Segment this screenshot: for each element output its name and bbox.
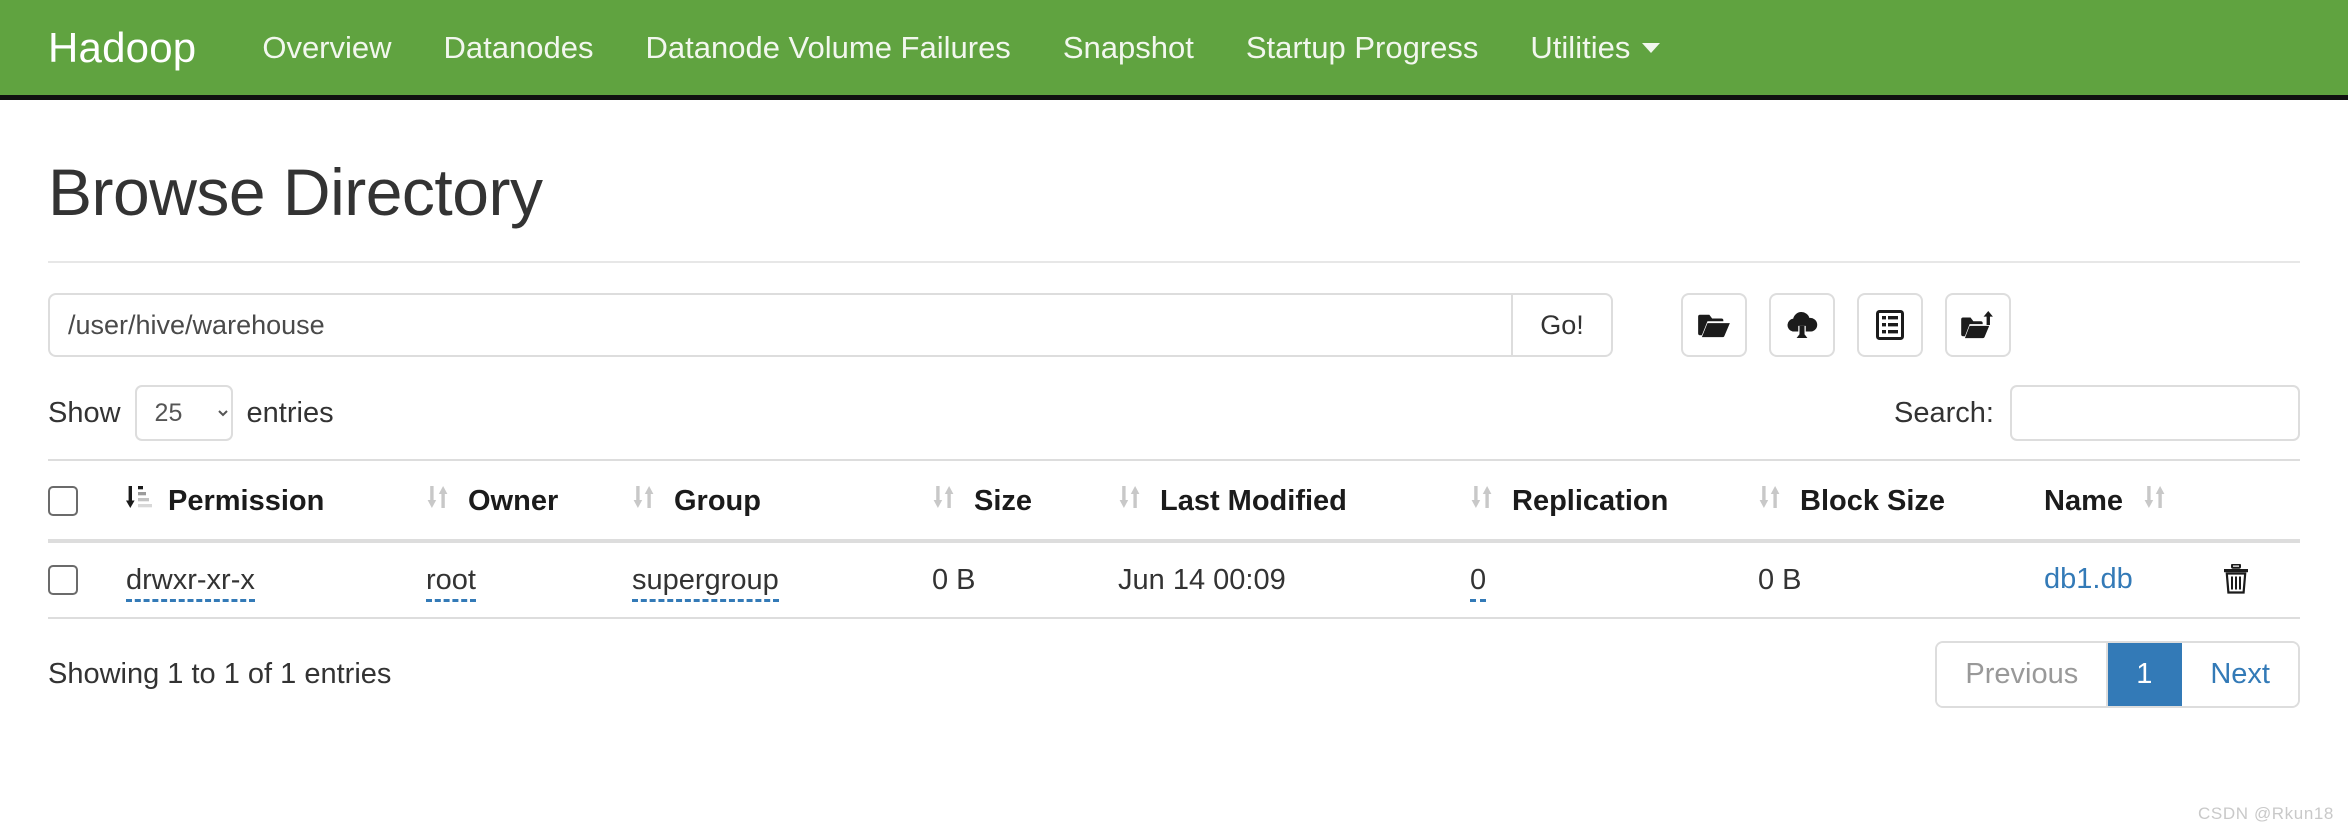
pagination-page-1[interactable]: 1: [2108, 643, 2183, 707]
file-name-link[interactable]: db1.db: [2044, 563, 2133, 595]
delete-row-button[interactable]: [2223, 563, 2249, 597]
sort-updown-icon: [632, 483, 658, 519]
show-label: Show: [48, 396, 121, 429]
column-header-size[interactable]: Size: [932, 459, 1118, 544]
nav-item-datanode-volume-failures[interactable]: Datanode Volume Failures: [619, 32, 1036, 63]
upload-files-button[interactable]: [1769, 293, 1835, 358]
directory-action-buttons: [1681, 293, 2011, 358]
files-table: Permission Owner Group Size Last Modifie…: [48, 459, 2300, 620]
column-header-owner-label: Owner: [468, 484, 559, 517]
sort-updown-icon: [1118, 483, 1144, 519]
column-header-replication[interactable]: Replication: [1470, 459, 1758, 544]
column-header-permission[interactable]: Permission: [126, 459, 426, 544]
nav-item-snapshot[interactable]: Snapshot: [1037, 32, 1220, 63]
nav-link-utilities-label: Utilities: [1530, 30, 1631, 65]
column-header-block-size[interactable]: Block Size: [1758, 459, 2044, 544]
page-length-select[interactable]: 25 50 100: [134, 385, 233, 442]
top-navbar: Hadoop Overview Datanodes Datanode Volum…: [0, 0, 2348, 100]
owner-link[interactable]: root: [426, 563, 476, 602]
entries-label: entries: [246, 396, 334, 429]
main-container: Browse Directory Go!: [0, 155, 2348, 709]
cell-replication: 0: [1470, 541, 1758, 620]
column-header-permission-label: Permission: [168, 484, 325, 517]
column-header-block-size-label: Block Size: [1800, 484, 1946, 517]
go-button[interactable]: Go!: [1511, 293, 1613, 358]
nav-item-utilities[interactable]: Utilities: [1504, 32, 1686, 63]
column-header-last-modified-label: Last Modified: [1160, 484, 1347, 517]
files-table-body: drwxr-xr-x root supergroup 0 B Jun 14 00…: [48, 541, 2300, 620]
column-header-last-modified[interactable]: Last Modified: [1118, 459, 1470, 544]
nav-item-startup-progress[interactable]: Startup Progress: [1220, 32, 1505, 63]
table-info: Showing 1 to 1 of 1 entries: [48, 658, 392, 691]
cell-size: 0 B: [932, 541, 1118, 620]
table-footer: Showing 1 to 1 of 1 entries Previous 1 N…: [48, 641, 2300, 709]
nav-link-overview[interactable]: Overview: [236, 32, 417, 63]
sort-updown-icon: [1758, 483, 1784, 519]
column-header-select-all[interactable]: [48, 459, 126, 544]
pagination: Previous 1 Next: [1935, 641, 2300, 709]
nav-items: Overview Datanodes Datanode Volume Failu…: [236, 32, 1686, 63]
list-alt-icon: [1876, 310, 1904, 341]
sort-updown-icon: [2143, 483, 2169, 519]
column-header-size-label: Size: [974, 484, 1033, 517]
cloud-upload-icon: [1784, 311, 1820, 339]
row-select-cell: [48, 541, 126, 620]
column-header-group[interactable]: Group: [632, 459, 932, 544]
table-row: drwxr-xr-x root supergroup 0 B Jun 14 00…: [48, 541, 2300, 620]
sort-updown-icon: [932, 483, 958, 519]
folder-open-icon: [1697, 311, 1731, 339]
group-link[interactable]: supergroup: [632, 563, 779, 602]
nav-link-startup-progress[interactable]: Startup Progress: [1220, 32, 1505, 63]
files-table-header-row: Permission Owner Group Size Last Modifie…: [48, 459, 2300, 544]
trash-icon: [2223, 563, 2249, 597]
nav-item-datanodes[interactable]: Datanodes: [418, 32, 620, 63]
cell-last-modified: Jun 14 00:09: [1118, 541, 1470, 620]
pagination-previous[interactable]: Previous: [1937, 643, 2109, 707]
nav-link-snapshot[interactable]: Snapshot: [1037, 32, 1220, 63]
cut-paste-button[interactable]: [1945, 293, 2011, 358]
cell-group: supergroup: [632, 541, 932, 620]
search-input[interactable]: [2010, 385, 2300, 442]
snapshot-list-button[interactable]: [1857, 293, 1923, 358]
table-controls: Show 25 50 100 entries Search:: [48, 385, 2300, 442]
create-directory-button[interactable]: [1681, 293, 1747, 358]
cell-permission: drwxr-xr-x: [126, 541, 426, 620]
pagination-next[interactable]: Next: [2182, 643, 2298, 707]
nav-link-datanode-volume-failures[interactable]: Datanode Volume Failures: [619, 32, 1036, 63]
path-bar: Go!: [48, 293, 2300, 358]
column-header-name[interactable]: Name: [2044, 459, 2300, 544]
search-control: Search:: [1894, 385, 2300, 442]
cell-block-size: 0 B: [1758, 541, 2044, 620]
nav-link-utilities[interactable]: Utilities: [1504, 32, 1686, 63]
path-input-group: Go!: [48, 293, 1613, 358]
search-label: Search:: [1894, 396, 1994, 429]
title-divider: [48, 261, 2300, 264]
select-all-checkbox[interactable]: [48, 486, 78, 517]
nav-item-overview[interactable]: Overview: [236, 32, 417, 63]
cell-owner: root: [426, 541, 632, 620]
column-header-group-label: Group: [674, 484, 761, 517]
chevron-down-icon: [1642, 42, 1661, 53]
page-length-control: Show 25 50 100 entries: [48, 385, 334, 442]
nav-link-datanodes[interactable]: Datanodes: [418, 32, 620, 63]
folder-move-icon: [1960, 311, 1996, 339]
sort-amount-down-icon: [126, 483, 152, 519]
column-header-name-label: Name: [2044, 484, 2123, 517]
column-header-owner[interactable]: Owner: [426, 459, 632, 544]
cell-name: db1.db: [2044, 541, 2300, 620]
replication-link[interactable]: 0: [1470, 563, 1487, 602]
path-input[interactable]: [48, 293, 1511, 358]
sort-updown-icon: [426, 483, 452, 519]
files-table-head: Permission Owner Group Size Last Modifie…: [48, 459, 2300, 544]
row-select-checkbox[interactable]: [48, 565, 78, 596]
column-header-replication-label: Replication: [1512, 484, 1669, 517]
sort-updown-icon: [1470, 483, 1496, 519]
page-title: Browse Directory: [48, 155, 543, 229]
watermark: CSDN @Rkun18: [2198, 804, 2334, 823]
brand-hadoop[interactable]: Hadoop: [48, 24, 196, 72]
permission-link[interactable]: drwxr-xr-x: [126, 563, 255, 602]
